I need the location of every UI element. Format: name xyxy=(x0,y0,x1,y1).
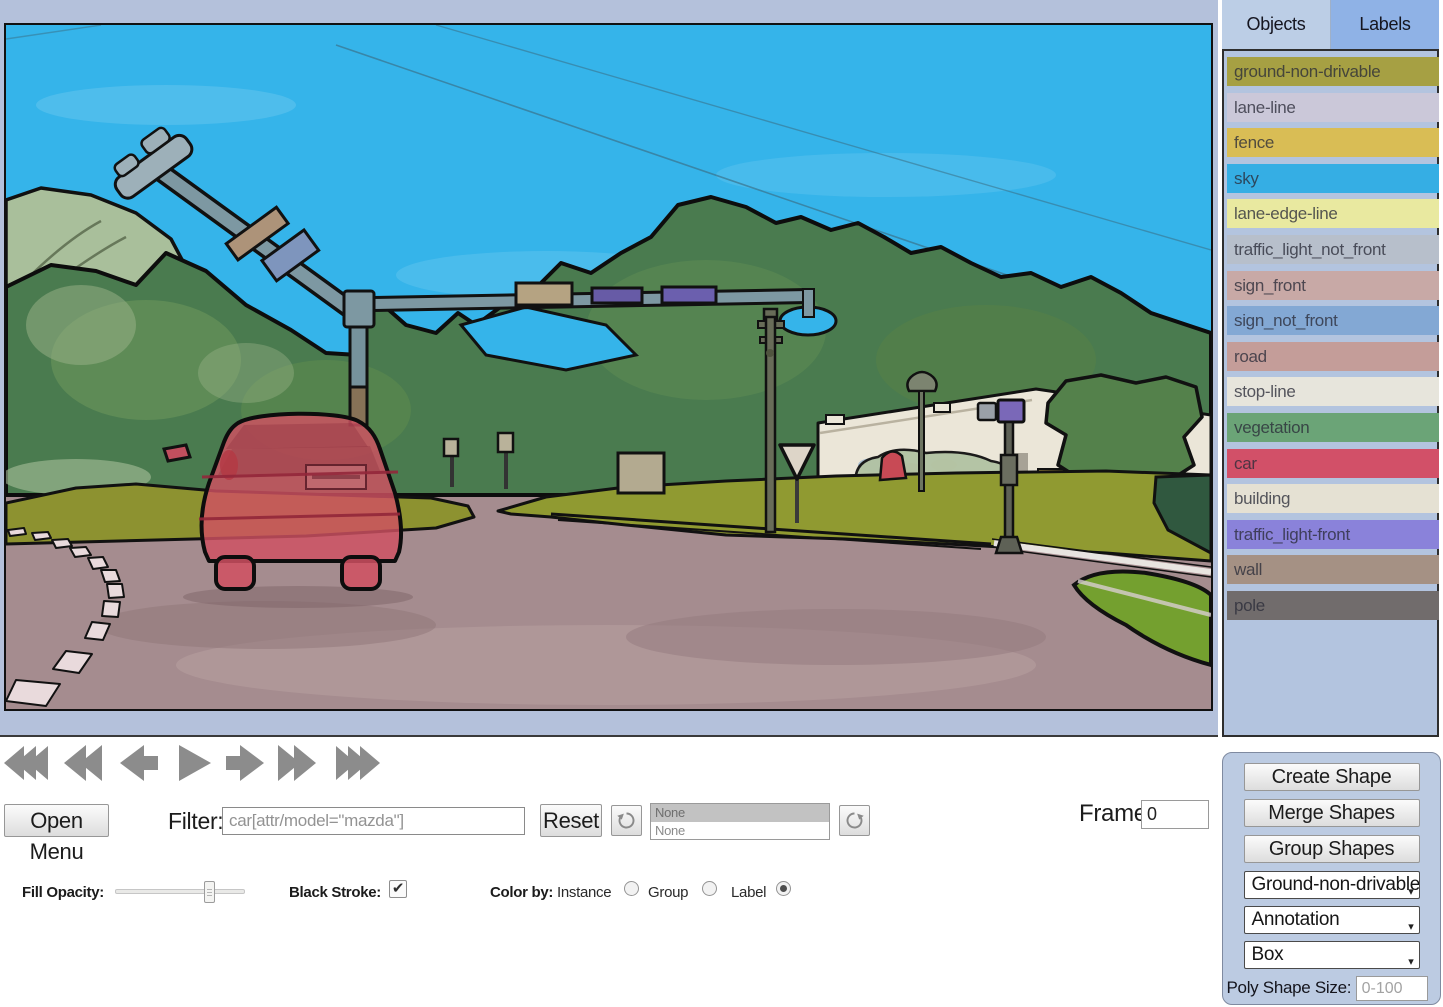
chevron-down-icon: ▾ xyxy=(1408,915,1413,934)
poly-size-label: Poly Shape Size: xyxy=(1227,978,1352,997)
segmented-scene-image xyxy=(6,25,1211,709)
fill-opacity-label: Fill Opacity: xyxy=(22,884,104,901)
options-row: Fill Opacity: Black Stroke: ✔ Color by: … xyxy=(0,872,1218,918)
label-row[interactable]: road xyxy=(1227,342,1439,371)
label-row[interactable]: pole xyxy=(1227,591,1439,620)
black-stroke-checkbox[interactable]: ✔ xyxy=(389,880,407,898)
filter-label: Filter: xyxy=(168,808,223,835)
label-row[interactable]: car xyxy=(1227,449,1439,478)
label-row[interactable]: ground-non-drivable xyxy=(1227,57,1439,86)
color-by-instance-label: Instance xyxy=(557,884,611,901)
rotate-ccw-icon xyxy=(616,810,637,831)
black-stroke-label: Black Stroke: xyxy=(289,884,381,901)
selection-listbox[interactable]: None None xyxy=(650,803,830,840)
label-row[interactable]: lane-edge-line xyxy=(1227,199,1439,228)
label-row[interactable]: traffic_light-front xyxy=(1227,520,1439,549)
frame-label: Frame xyxy=(1079,800,1147,828)
frame-input[interactable] xyxy=(1141,800,1209,829)
label-row[interactable]: sign_not_front xyxy=(1227,306,1439,335)
merge-shapes-button[interactable]: Merge Shapes xyxy=(1244,799,1420,827)
redo-refresh-button[interactable] xyxy=(839,805,870,836)
fill-opacity-thumb[interactable] xyxy=(204,881,215,903)
reset-button[interactable]: Reset xyxy=(540,804,602,837)
undo-refresh-button[interactable] xyxy=(611,805,642,836)
label-type-select[interactable]: Ground-non-drivable ▾ xyxy=(1244,871,1420,899)
play-icon[interactable] xyxy=(174,742,214,784)
create-shape-button[interactable]: Create Shape xyxy=(1244,763,1420,791)
shape-tools-panel: Create Shape Merge Shapes Group Shapes G… xyxy=(1222,752,1441,1005)
color-by-group-label: Group xyxy=(648,884,688,901)
label-type-value: Ground-non-drivable xyxy=(1252,874,1420,895)
rewind-icon[interactable] xyxy=(62,742,110,784)
chevron-down-icon: ▾ xyxy=(1408,950,1413,969)
label-row[interactable]: wall xyxy=(1227,555,1439,584)
fast-forward-icon[interactable] xyxy=(328,742,384,784)
color-by-label-radio[interactable] xyxy=(776,881,791,896)
color-by-label: Color by: xyxy=(490,884,553,901)
label-row[interactable]: building xyxy=(1227,484,1439,513)
label-row[interactable]: lane-line xyxy=(1227,93,1439,122)
shape-type-select[interactable]: Box ▾ xyxy=(1244,941,1420,969)
annotation-app: Open Menu Filter: Reset None None Frame … xyxy=(0,0,1443,1007)
label-row[interactable]: fence xyxy=(1227,128,1439,157)
mode-select[interactable]: Annotation ▾ xyxy=(1244,906,1420,934)
poly-size-input[interactable] xyxy=(1356,976,1428,1001)
poly-size-row: Poly Shape Size: xyxy=(1227,976,1437,1001)
mode-value: Annotation xyxy=(1252,909,1340,930)
chevron-down-icon: ▾ xyxy=(1408,880,1413,899)
filter-input[interactable] xyxy=(222,807,525,835)
fill-opacity-slider[interactable] xyxy=(115,889,245,894)
fast-rewind-icon[interactable] xyxy=(2,742,58,784)
label-row[interactable]: stop-line xyxy=(1227,377,1439,406)
listbox-option[interactable]: None xyxy=(651,804,829,822)
label-row[interactable]: traffic_light_not_front xyxy=(1227,235,1439,264)
color-by-label-label: Label xyxy=(731,884,766,901)
color-by-instance-radio[interactable] xyxy=(624,881,639,896)
rotate-cw-icon xyxy=(844,810,865,831)
annotation-canvas[interactable] xyxy=(4,23,1213,711)
label-row[interactable]: sky xyxy=(1227,164,1439,193)
step-back-icon[interactable] xyxy=(118,742,162,784)
listbox-option[interactable]: None xyxy=(651,822,829,840)
forward-icon[interactable] xyxy=(272,742,320,784)
sidebar-tabs: Objects Labels xyxy=(1222,0,1439,49)
step-forward-icon[interactable] xyxy=(222,742,266,784)
canvas-frame xyxy=(0,0,1218,737)
color-by-group-radio[interactable] xyxy=(702,881,717,896)
tab-labels[interactable]: Labels xyxy=(1330,0,1439,49)
label-row[interactable]: sign_front xyxy=(1227,271,1439,300)
group-shapes-button[interactable]: Group Shapes xyxy=(1244,835,1420,863)
playback-bar xyxy=(0,740,1218,788)
label-row[interactable]: vegetation xyxy=(1227,413,1439,442)
tab-objects[interactable]: Objects xyxy=(1222,0,1330,49)
labels-panel: ground-non-drivable lane-line fence sky … xyxy=(1222,49,1439,737)
shape-type-value: Box xyxy=(1252,944,1284,965)
menu-row: Open Menu Filter: Reset None None Frame xyxy=(0,800,1218,846)
open-menu-button[interactable]: Open Menu xyxy=(4,804,109,837)
